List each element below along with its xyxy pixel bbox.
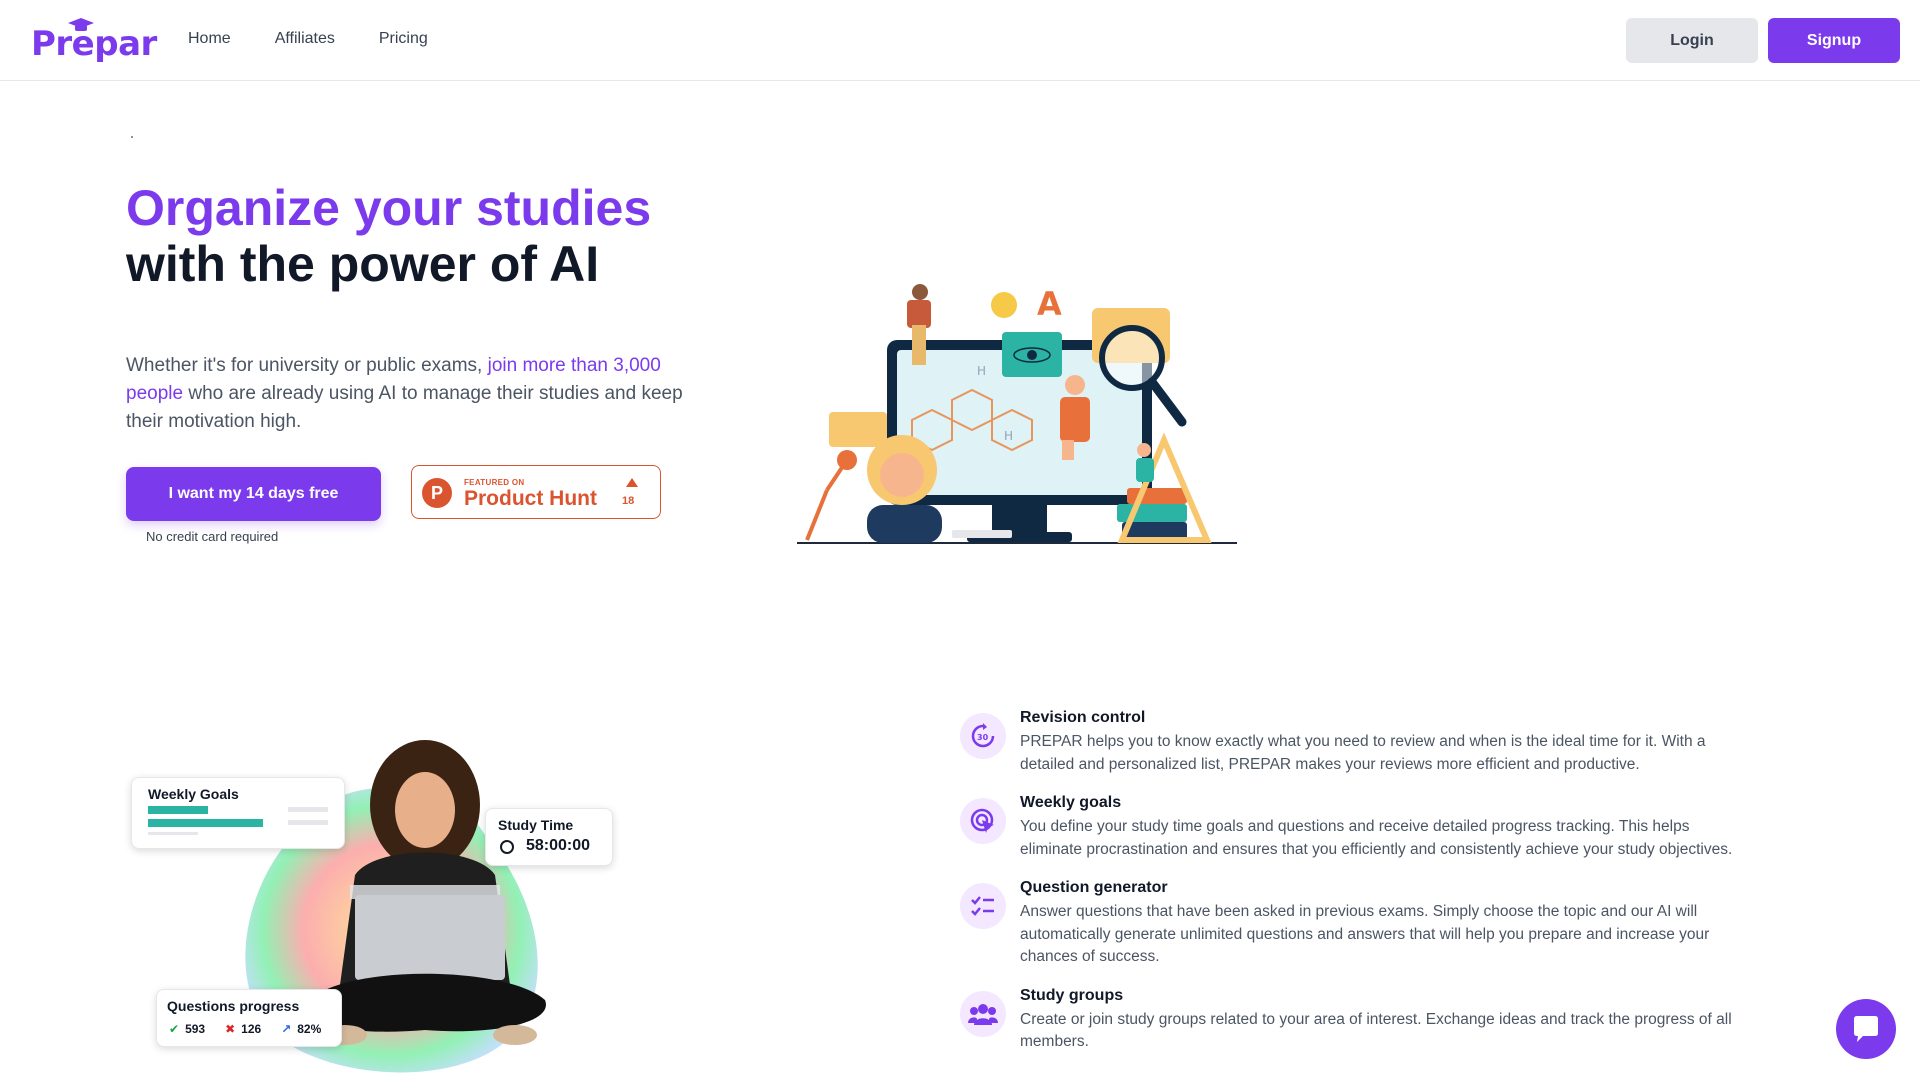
weekly-goals-widget: Weekly Goals — [131, 777, 345, 849]
hero-subtitle-pre: Whether it's for university or public ex… — [126, 355, 488, 376]
weekly-goals-bars — [148, 806, 328, 835]
product-hunt-badge[interactable]: P FEATURED ON Product Hunt 18 — [411, 465, 661, 519]
main-nav: Home Affiliates Pricing — [188, 30, 472, 48]
nav-pricing[interactable]: Pricing — [379, 30, 428, 48]
upvote-arrow-icon — [626, 478, 638, 487]
wrong-stat: ✖ 126 — [225, 1022, 261, 1036]
check-icon: ✔ — [169, 1022, 180, 1036]
svg-text:H: H — [1004, 429, 1013, 443]
target-cursor-icon — [960, 798, 1006, 844]
no-credit-card-note: No credit card required — [146, 529, 279, 544]
revision-30-icon: 30 — [960, 713, 1006, 759]
nav-affiliates[interactable]: Affiliates — [275, 30, 335, 48]
feature-title: Weekly goals — [1020, 794, 1122, 811]
product-hunt-featured: FEATURED ON — [464, 478, 525, 487]
trend-icon: ↗ — [281, 1022, 292, 1036]
feature-title: Question generator — [1020, 879, 1168, 896]
percent-value: 82% — [297, 1022, 322, 1036]
feature-description: PREPAR helps you to know exactly what yo… — [1020, 733, 1706, 773]
hero-subtitle: Whether it's for university or public ex… — [126, 352, 691, 436]
cross-icon: ✖ — [225, 1022, 236, 1036]
svg-text:H: H — [977, 364, 986, 378]
features-list: 30 Revision control PREPAR helps you to … — [960, 705, 1740, 1068]
hero-subtitle-post: who are already using AI to manage their… — [126, 383, 683, 432]
feature-description: Create or join study groups related to y… — [1020, 1010, 1732, 1051]
signup-button[interactable]: Signup — [1768, 18, 1900, 63]
hero-title-line1: Organize your studies — [126, 180, 652, 236]
feature-title: Study groups — [1020, 986, 1124, 1004]
questions-progress-widget: Questions progress ✔ 593 ✖ 126 ↗ 82% — [156, 989, 342, 1047]
weekly-goals-title: Weekly Goals — [148, 786, 239, 802]
study-time-title: Study Time — [498, 817, 574, 833]
checklist-icon — [960, 883, 1006, 929]
feature-item: Question generator Answer questions that… — [960, 875, 1740, 969]
upvote-count: 18 — [622, 495, 635, 507]
svg-text:A: A — [1037, 285, 1062, 323]
feature-item: Study groups Create or join study groups… — [960, 983, 1740, 1054]
group-icon — [960, 990, 1006, 1037]
product-hunt-name: Product Hunt — [464, 487, 597, 510]
study-computer-illustration: H H A — [797, 284, 1237, 544]
study-time-widget: Study Time 58:00:00 — [485, 808, 613, 866]
decorative-dot — [131, 136, 133, 138]
chat-icon — [1854, 1016, 1878, 1042]
correct-count: 593 — [185, 1022, 206, 1036]
feature-item: Weekly goals You define your study time … — [960, 790, 1740, 861]
questions-progress-title: Questions progress — [167, 998, 300, 1014]
product-hunt-logo-icon: P — [422, 478, 452, 508]
top-navbar: Prepar Home Affiliates Pricing Login Sig… — [0, 0, 1920, 81]
feature-description: You define your study time goals and que… — [1020, 818, 1733, 858]
svg-text:30: 30 — [977, 733, 989, 742]
chat-widget-button[interactable] — [1836, 999, 1896, 1059]
feature-description: Answer questions that have been asked in… — [1020, 903, 1710, 965]
logo-text: Prepar — [31, 24, 157, 64]
correct-stat: ✔ 593 — [169, 1022, 205, 1036]
clock-icon — [500, 840, 514, 854]
feature-title: Revision control — [1020, 709, 1146, 726]
hero-title-line2: with the power of AI — [126, 236, 600, 292]
login-button[interactable]: Login — [1626, 18, 1758, 63]
wrong-count: 126 — [241, 1022, 262, 1036]
free-trial-button[interactable]: I want my 14 days free — [126, 467, 381, 521]
questions-progress-stats: ✔ 593 ✖ 126 ↗ 82% — [169, 1022, 321, 1036]
percent-stat: ↗ 82% — [281, 1022, 321, 1036]
hero-title: Organize your studies with the power of … — [126, 180, 651, 292]
prepar-logo[interactable]: Prepar — [31, 18, 157, 64]
study-time-value: 58:00:00 — [526, 837, 591, 854]
nav-home[interactable]: Home — [188, 30, 231, 48]
feature-item: 30 Revision control PREPAR helps you to … — [960, 705, 1740, 776]
